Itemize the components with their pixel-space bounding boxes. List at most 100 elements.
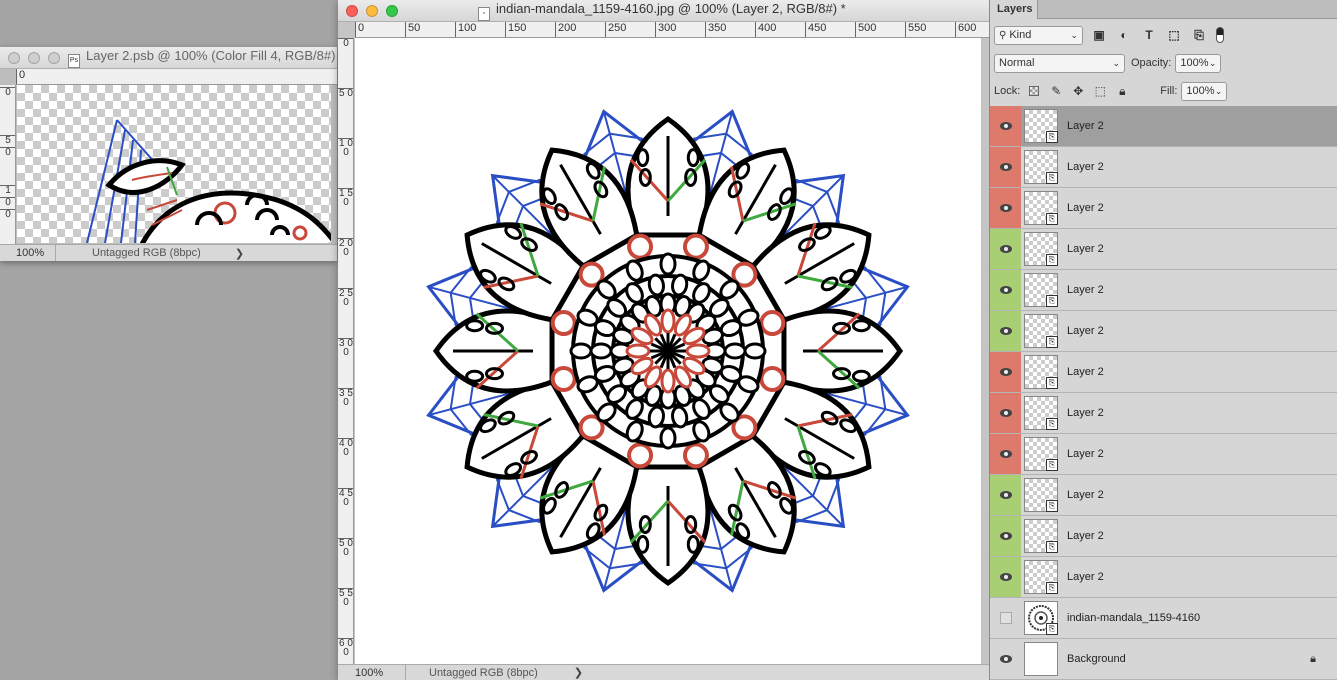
layer-thumbnail[interactable]: ⎘ [1024,478,1058,512]
chevron-right-icon[interactable]: ❯ [235,247,244,260]
visibility-toggle[interactable] [990,352,1021,392]
visibility-toggle[interactable] [990,434,1021,474]
layer-thumbnail[interactable]: ⎘ [1024,109,1058,143]
visibility-toggle[interactable] [990,557,1021,597]
small-window-titlebar[interactable]: Ps Layer 2.psb @ 100% (Color Fill 4, RGB/… [0,47,337,69]
visibility-toggle[interactable] [990,393,1021,433]
ruler-tick-label: 3 5 0 [338,388,353,408]
visibility-toggle[interactable] [990,516,1021,556]
layer-name[interactable]: Layer 2 [1067,243,1104,255]
small-vertical-ruler[interactable]: 0 5 0 1 0 0 [0,85,16,245]
layer-name[interactable]: Layer 2 [1067,571,1104,583]
layer-name[interactable]: Layer 2 [1067,120,1104,132]
zoom-button[interactable] [386,4,398,17]
layer-row[interactable]: ⎘ Layer 2 [990,434,1337,475]
artboard-lock-icon[interactable]: ⬚ [1092,83,1108,99]
layer-row[interactable]: ⎘ Layer 2 [990,393,1337,434]
layer-name[interactable]: Layer 2 [1067,530,1104,542]
layer-thumbnail[interactable]: ⎘ [1024,519,1058,553]
layer-row[interactable]: ⎘ Layer 2 [990,311,1337,352]
layer-name[interactable]: Layer 2 [1067,284,1104,296]
layer-name[interactable]: Background [1067,653,1126,665]
opacity-input[interactable]: 100% ⌄ [1175,53,1222,73]
layer-name[interactable]: indian-mandala_1159-4160 [1067,612,1200,624]
fill-input[interactable]: 100% ⌄ [1181,81,1228,101]
blend-mode-select[interactable]: Normal ⌄ [994,53,1125,73]
lock-all-icon[interactable]: 🔒︎ [1114,83,1130,99]
main-window-titlebar[interactable]: ▫ indian-mandala_1159-4160.jpg @ 100% (La… [338,0,989,22]
visibility-toggle[interactable] [990,270,1021,310]
visibility-toggle[interactable] [990,475,1021,515]
small-canvas[interactable] [17,85,331,243]
filter-toggle-icon[interactable] [1215,26,1225,44]
layer-thumbnail[interactable]: ⎘ [1024,601,1058,635]
main-horizontal-ruler[interactable]: 0 50 100 150 200 250 300 350 400 450 500… [355,22,989,38]
layer-row[interactable]: ⎘ Layer 2 [990,106,1337,147]
zoom-level[interactable]: 100% [338,665,406,680]
red-circle [550,310,577,337]
chevron-down-icon: ⌄ [1208,57,1217,68]
close-button[interactable] [8,51,20,64]
visibility-toggle[interactable] [990,598,1021,638]
layer-row[interactable]: Background 🔒︎ [990,639,1337,680]
layer-thumbnail[interactable]: ⎘ [1024,355,1058,389]
layer-row[interactable]: ⎘ indian-mandala_1159-4160 [990,598,1337,639]
layer-row[interactable]: ⎘ Layer 2 [990,270,1337,311]
kind-filter-label: Kind [1009,29,1032,41]
ruler-tick-label: 2 5 0 [338,288,353,308]
tab-layers[interactable]: Layers [990,0,1038,19]
type-filter-icon[interactable]: T [1140,26,1158,44]
minimize-button[interactable] [28,51,40,64]
layers-panel[interactable]: Layers ⚲ Kind ⌄ ▣ ◐ T ⬚ ⎘ Normal ⌄ Opaci… [989,0,1337,680]
layer-row[interactable]: ⎘ Layer 2 [990,475,1337,516]
layer-thumbnail[interactable]: ⎘ [1024,396,1058,430]
adjustment-filter-icon[interactable]: ◐ [1115,26,1133,44]
shape-filter-icon[interactable]: ⬚ [1165,26,1183,44]
smart-object-filter-icon[interactable]: ⎘ [1190,26,1208,44]
visibility-toggle[interactable] [990,639,1021,679]
smart-object-window[interactable]: Ps Layer 2.psb @ 100% (Color Fill 4, RGB/… [0,47,337,261]
layer-name[interactable]: Layer 2 [1067,202,1104,214]
close-button[interactable] [346,4,358,17]
layer-name[interactable]: Layer 2 [1067,489,1104,501]
layer-row[interactable]: ⎘ Layer 2 [990,229,1337,270]
main-vertical-ruler[interactable]: 0 5 0 1 0 0 1 5 0 2 0 0 2 5 0 3 0 0 3 5 … [338,38,354,664]
layer-name[interactable]: Layer 2 [1067,161,1104,173]
kind-filter-select[interactable]: ⚲ Kind ⌄ [994,25,1083,45]
layer-thumbnail[interactable] [1024,642,1058,676]
pixel-filter-icon[interactable]: ▣ [1090,26,1108,44]
main-document-window[interactable]: ▫ indian-mandala_1159-4160.jpg @ 100% (La… [338,0,989,680]
lock-transparent-icon[interactable] [1026,83,1042,99]
chevron-down-icon: ⌄ [1214,85,1223,96]
chevron-right-icon[interactable]: ❯ [574,666,583,679]
layer-thumbnail[interactable]: ⎘ [1024,437,1058,471]
layer-name[interactable]: Layer 2 [1067,325,1104,337]
layer-name[interactable]: Layer 2 [1067,448,1104,460]
visibility-toggle[interactable] [990,106,1021,146]
layer-thumbnail[interactable]: ⎘ [1024,560,1058,594]
layer-name[interactable]: Layer 2 [1067,366,1104,378]
main-canvas[interactable] [355,38,981,664]
visibility-toggle[interactable] [990,229,1021,269]
zoom-level[interactable]: 100% [0,245,56,261]
layer-name[interactable]: Layer 2 [1067,407,1104,419]
layer-thumbnail[interactable]: ⎘ [1024,314,1058,348]
lock-image-pixels-icon[interactable]: ✎ [1048,83,1064,99]
layer-thumbnail[interactable]: ⎘ [1024,191,1058,225]
visibility-toggle[interactable] [990,147,1021,187]
visibility-toggle[interactable] [990,311,1021,351]
lock-position-icon[interactable]: ✥ [1070,83,1086,99]
layer-row[interactable]: ⎘ Layer 2 [990,516,1337,557]
layer-row[interactable]: ⎘ Layer 2 [990,352,1337,393]
layer-thumbnail[interactable]: ⎘ [1024,273,1058,307]
minimize-button[interactable] [366,4,378,17]
visibility-toggle[interactable] [990,188,1021,228]
layer-row[interactable]: ⎘ Layer 2 [990,188,1337,229]
layer-row[interactable]: ⎘ Layer 2 [990,557,1337,598]
layers-list[interactable]: ⎘ Layer 2 ⎘ Layer 2 ⎘ Layer 2 ⎘ Layer 2 ⎘ Layer 2… [990,106,1337,680]
small-horizontal-ruler[interactable]: 0 [16,69,337,85]
zoom-button[interactable] [48,51,60,64]
layer-thumbnail[interactable]: ⎘ [1024,232,1058,266]
layer-thumbnail[interactable]: ⎘ [1024,150,1058,184]
layer-row[interactable]: ⎘ Layer 2 [990,147,1337,188]
